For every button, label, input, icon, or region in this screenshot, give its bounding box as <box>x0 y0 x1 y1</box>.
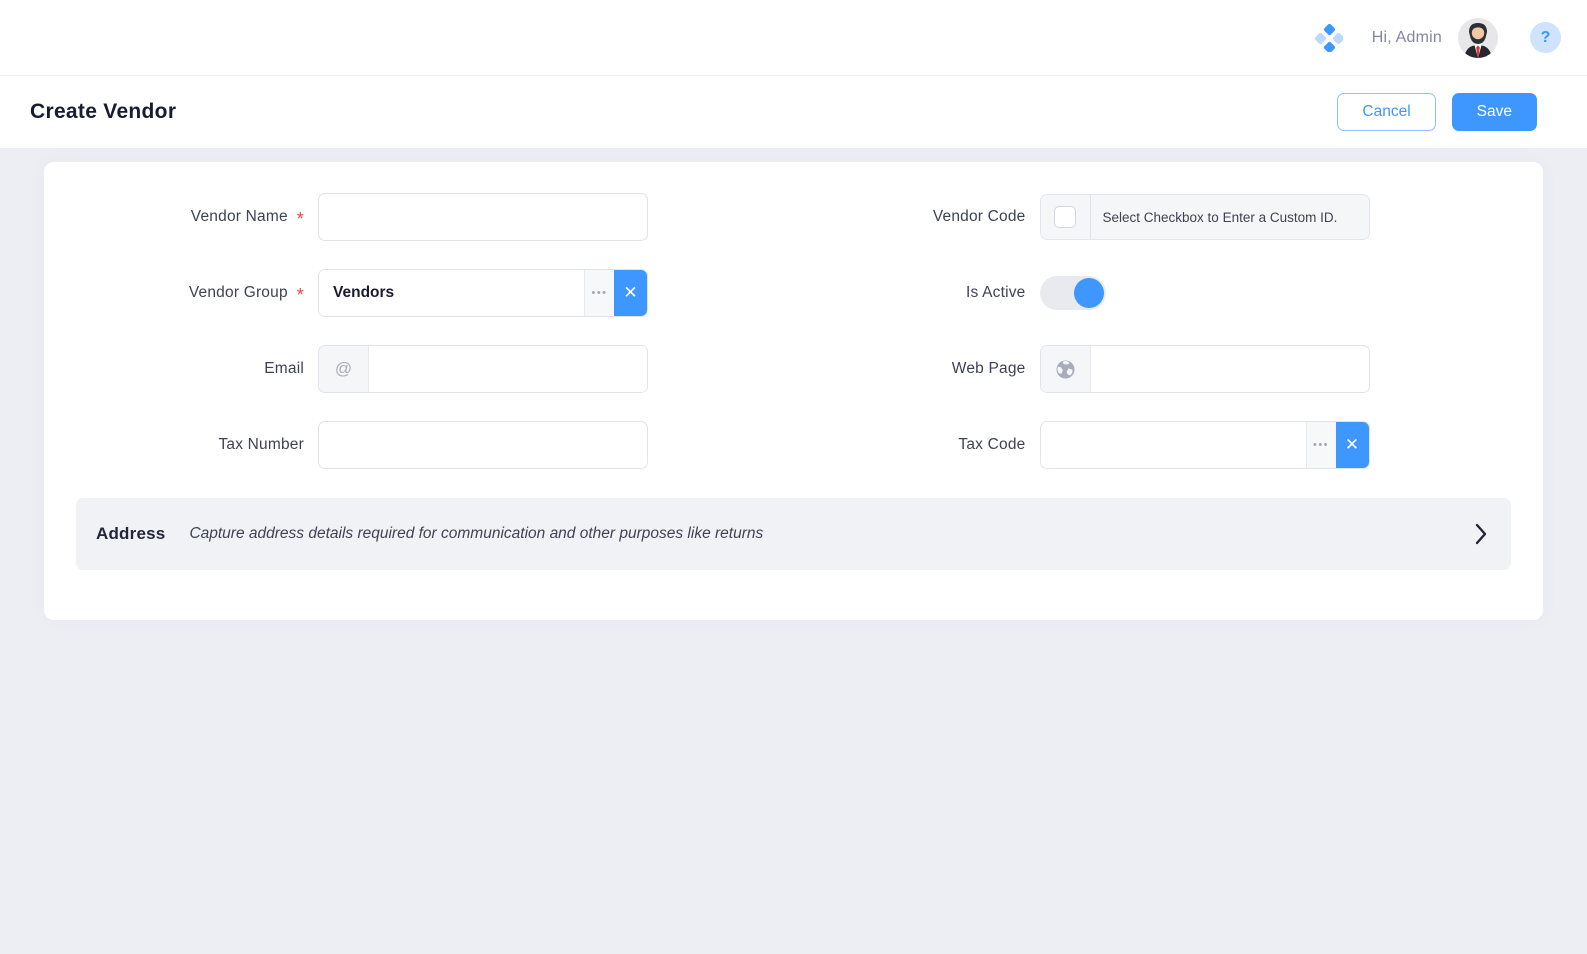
web-page-input[interactable] <box>1090 346 1369 392</box>
vendor-name-label-text: Vendor Name <box>190 208 288 225</box>
email-group: @ <box>318 345 648 393</box>
toggle-knob <box>1073 278 1104 308</box>
vendor-code-label-text: Vendor Code <box>932 208 1026 225</box>
vendor-name-label: Vendor Name * <box>74 208 304 229</box>
address-section-title: Address <box>96 524 166 543</box>
tax-code-field: Tax Code ••• ✕ <box>794 421 1544 469</box>
tax-number-label-text: Tax Number <box>218 436 304 453</box>
save-button[interactable]: Save <box>1451 93 1537 131</box>
vendor-group-input[interactable] <box>319 270 584 316</box>
is-active-toggle[interactable] <box>1039 276 1106 310</box>
email-label-text: Email <box>264 360 304 377</box>
vendor-code-label: Vendor Code <box>796 208 1026 226</box>
tax-code-label-text: Tax Code <box>958 436 1026 453</box>
vendor-group-label-text: Vendor Group <box>188 284 288 301</box>
vendor-group-browse-icon[interactable]: ••• <box>584 270 614 316</box>
vendor-form-card: Vendor Name * Vendor Code Select Checkbo… <box>44 162 1543 620</box>
vendor-form: Vendor Name * Vendor Code Select Checkbo… <box>44 193 1543 469</box>
web-page-group <box>1039 345 1370 393</box>
tax-code-label: Tax Code <box>796 436 1026 454</box>
at-sign-icon: @ <box>319 346 369 392</box>
address-section-header[interactable]: Address Capture address details required… <box>76 498 1511 570</box>
required-asterisk: * <box>296 285 304 305</box>
web-page-field: Web Page <box>794 345 1544 393</box>
address-section-subtitle: Capture address details required for com… <box>189 525 764 542</box>
content-area: Vendor Name * Vendor Code Select Checkbo… <box>0 148 1587 620</box>
is-active-field: Is Active <box>794 269 1544 317</box>
cancel-button[interactable]: Cancel <box>1337 93 1436 131</box>
user-greeting: Hi, Admin <box>1371 28 1442 46</box>
vendor-group-field: Vendor Group * ••• ✕ <box>44 269 794 317</box>
topbar: Hi, Admin ? <box>0 0 1587 75</box>
email-input[interactable] <box>369 346 647 392</box>
is-active-label-text: Is Active <box>965 284 1026 301</box>
email-label: Email <box>74 360 304 378</box>
tax-code-lookup: ••• ✕ <box>1039 421 1370 469</box>
custom-id-hint: Select Checkbox to Enter a Custom ID. <box>1102 209 1338 225</box>
custom-id-checkbox[interactable] <box>1054 206 1076 228</box>
user-avatar[interactable] <box>1458 17 1498 58</box>
apps-grid-icon[interactable] <box>1314 23 1344 53</box>
help-icon[interactable]: ? <box>1530 22 1561 53</box>
help-glyph: ? <box>1540 28 1551 46</box>
vendor-group-label: Vendor Group * <box>74 284 304 305</box>
tax-number-label: Tax Number <box>74 436 304 454</box>
header-actions: Cancel Save <box>1337 93 1537 131</box>
custom-id-checkbox-cell <box>1041 195 1091 239</box>
web-page-label: Web Page <box>796 360 1026 378</box>
vendor-group-lookup: ••• ✕ <box>318 269 648 317</box>
tax-number-input[interactable] <box>318 421 648 469</box>
tax-code-input[interactable] <box>1040 422 1306 468</box>
vendor-code-field: Vendor Code Select Checkbox to Enter a C… <box>794 193 1544 241</box>
tax-code-browse-icon[interactable]: ••• <box>1305 422 1336 468</box>
globe-icon <box>1040 346 1091 392</box>
page-header: Create Vendor Cancel Save <box>0 75 1587 148</box>
tax-code-clear-icon[interactable]: ✕ <box>1335 422 1369 468</box>
vendor-name-input[interactable] <box>318 193 648 241</box>
web-page-label-text: Web Page <box>951 360 1026 377</box>
email-field: Email @ <box>44 345 794 393</box>
is-active-label: Is Active <box>796 284 1026 302</box>
chevron-right-icon[interactable] <box>1475 523 1487 545</box>
custom-id-group: Select Checkbox to Enter a Custom ID. <box>1039 194 1370 240</box>
vendor-group-clear-icon[interactable]: ✕ <box>614 270 647 316</box>
vendor-name-field: Vendor Name * <box>44 193 794 241</box>
required-asterisk: * <box>296 209 304 229</box>
page-title: Create Vendor <box>30 100 177 123</box>
tax-number-field: Tax Number <box>44 421 794 469</box>
